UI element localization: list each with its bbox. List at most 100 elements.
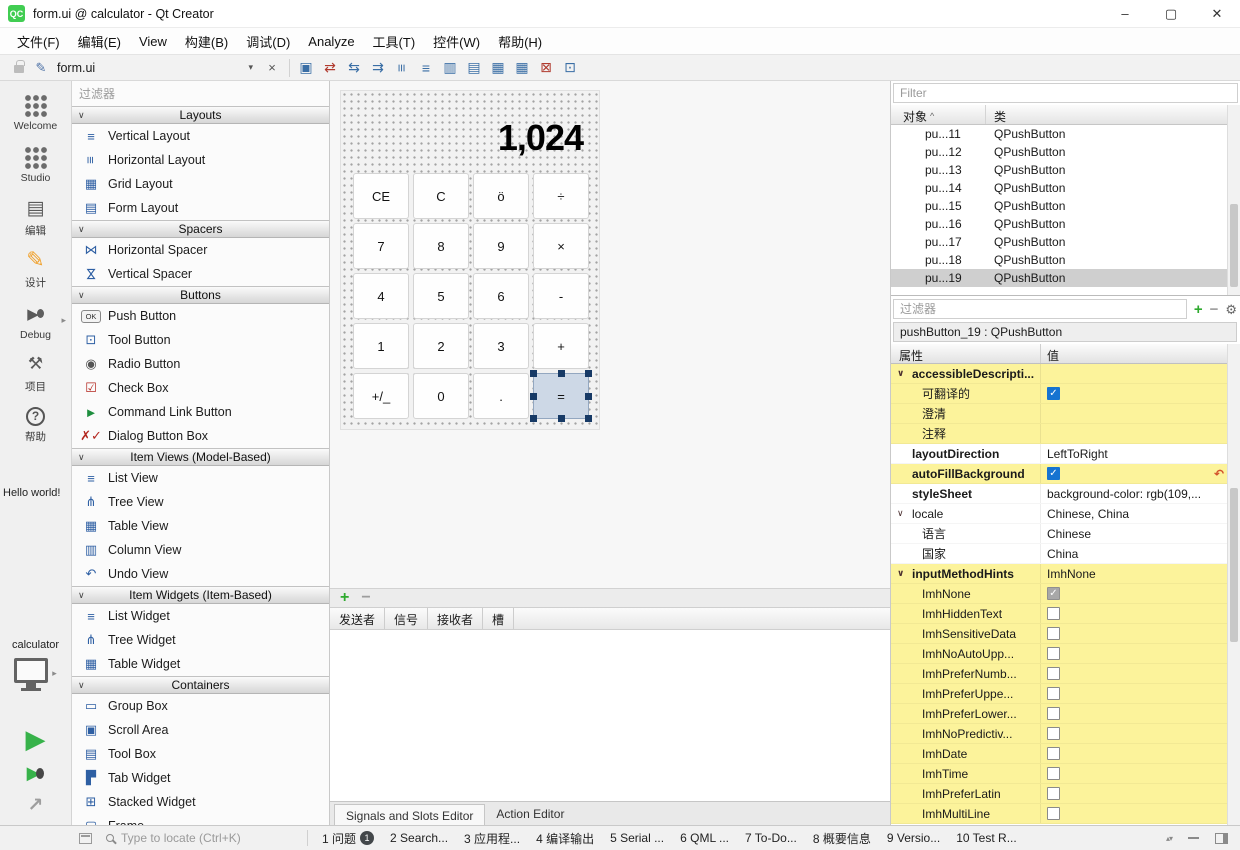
edit-tab-order-icon[interactable]: ⇉ (367, 58, 389, 78)
calc-button-6[interactable]: 8 (413, 223, 469, 269)
widget-item-table-widget[interactable]: ▦ Table Widget (72, 652, 329, 676)
widget-item-horizontal-layout[interactable]: ≡ Horizontal Layout (72, 148, 329, 172)
widget-item-group-box[interactable]: ▭ Group Box (72, 694, 329, 718)
calc-button-20[interactable]: = (530, 370, 592, 422)
property-value[interactable] (1041, 664, 1227, 683)
checked-checkbox[interactable]: ✓ (1047, 587, 1060, 600)
kit-selector[interactable]: ▸ (0, 658, 71, 691)
mode-edit[interactable]: 编辑 (0, 191, 71, 243)
minimize-button[interactable]: – (1102, 0, 1148, 27)
connection-column-4[interactable]: 槽 (483, 608, 515, 629)
connection-column-2[interactable]: 信号 (385, 608, 429, 629)
widget-category-buttons[interactable]: ∨ Buttons (72, 286, 329, 304)
inspector-column-class[interactable]: 类 (986, 105, 1227, 124)
object-filter-input[interactable] (893, 83, 1238, 103)
tab-action-editor[interactable]: Action Editor (485, 803, 575, 825)
group-expand-icon[interactable]: ∨ (897, 568, 904, 579)
checked-checkbox[interactable]: ✓ (1047, 387, 1060, 400)
menu-item-6[interactable]: Analyze (299, 30, 363, 53)
edit-file-icon[interactable]: ✎ (32, 60, 50, 76)
locator-input[interactable] (121, 831, 286, 845)
layout-grid-icon[interactable]: ▦ (511, 58, 533, 78)
unchecked-checkbox[interactable] (1047, 727, 1060, 740)
layout-vertical-splitter-icon[interactable]: ▤ (463, 58, 485, 78)
selection-handle[interactable] (530, 415, 537, 422)
add-connection-button[interactable]: + (340, 590, 349, 606)
calc-button-18[interactable]: 0 (413, 373, 469, 419)
widget-filter-input[interactable] (76, 85, 324, 103)
calculator-display-label[interactable]: 1,024 (353, 115, 587, 161)
output-pane-5[interactable]: 5 Serial ... (602, 831, 672, 845)
property-value[interactable]: Chinese (1041, 524, 1227, 543)
output-pane-6[interactable]: 6 QML ... (672, 831, 737, 845)
mode-debug[interactable]: Debug ▸ (0, 295, 71, 347)
menu-item-3[interactable]: View (130, 30, 176, 53)
property-value[interactable] (1041, 404, 1227, 423)
property-value[interactable] (1041, 764, 1227, 783)
calc-button-5[interactable]: 7 (353, 223, 409, 269)
layout-form-icon[interactable]: ▦ (487, 58, 509, 78)
adjust-size-icon[interactable]: ⊡ (559, 58, 581, 78)
inspector-scrollbar[interactable] (1227, 105, 1240, 295)
layout-horizontal-splitter-icon[interactable]: ▥ (439, 58, 461, 78)
property-value[interactable]: ✓ (1041, 584, 1227, 603)
unchecked-checkbox[interactable] (1047, 687, 1060, 700)
scrollbar-thumb[interactable] (1230, 203, 1238, 288)
lock-icon[interactable] (14, 59, 25, 73)
calc-button-9[interactable]: 4 (353, 273, 409, 319)
run-button[interactable]: ▶ (26, 726, 46, 752)
object-row-5[interactable]: pu...15 QPushButton (891, 197, 1227, 215)
widget-item-check-box[interactable]: ☑ Check Box (72, 376, 329, 400)
object-row-1[interactable]: pu...11 QPushButton (891, 125, 1227, 143)
widget-category-layouts[interactable]: ∨ Layouts (72, 106, 329, 124)
configure-property-editor-icon[interactable]: ⚙ (1225, 303, 1237, 316)
group-expand-icon[interactable]: ∨ (897, 508, 904, 519)
property-value[interactable]: Chinese, China (1041, 504, 1227, 523)
locator[interactable] (106, 831, 301, 845)
layout-horizontally-icon[interactable]: ≡ (392, 57, 412, 79)
property-value[interactable] (1041, 364, 1227, 383)
menu-item-2[interactable]: 编辑(E) (69, 28, 130, 55)
widget-item-dialog-button-box[interactable]: ✗✓ Dialog Button Box (72, 424, 329, 448)
widget-item-tool-button[interactable]: ⊡ Tool Button (72, 328, 329, 352)
close-document-button[interactable]: × (262, 60, 282, 75)
widget-item-command-link-button[interactable]: ► Command Link Button (72, 400, 329, 424)
mode-studio[interactable]: Studio (0, 139, 71, 191)
calc-button-19[interactable]: . (473, 373, 529, 419)
mode-projects[interactable]: 项目 (0, 347, 71, 399)
mode-help[interactable]: 帮助 (0, 399, 71, 451)
property-value[interactable]: ImhNone (1041, 564, 1227, 583)
selection-handle[interactable] (530, 370, 537, 377)
add-dynamic-property-button[interactable]: + (1194, 302, 1203, 317)
connection-column-3[interactable]: 接收者 (428, 608, 484, 629)
calc-button-1[interactable]: CE (353, 173, 409, 219)
property-column-value[interactable]: 值 (1041, 344, 1227, 363)
output-pane-10[interactable]: 10 Test R... (948, 831, 1024, 845)
output-pane-7[interactable]: 7 To-Do... (737, 831, 805, 845)
checked-checkbox[interactable]: ✓ (1047, 467, 1060, 480)
widget-item-tool-box[interactable]: ▤ Tool Box (72, 742, 329, 766)
object-row-4[interactable]: pu...14 QPushButton (891, 179, 1227, 197)
open-document-selector[interactable]: form.ui ▾ (50, 58, 260, 78)
build-button[interactable]: ↗ (28, 794, 44, 817)
close-button[interactable]: ✕ (1194, 0, 1240, 27)
property-filter-input[interactable] (893, 299, 1187, 319)
property-value[interactable]: ✓ ↶ (1041, 464, 1227, 483)
object-row-9[interactable]: pu...19 QPushButton (891, 269, 1227, 287)
output-pane-1[interactable]: 1 问题 1 (314, 830, 382, 847)
unchecked-checkbox[interactable] (1047, 607, 1060, 620)
object-row-7[interactable]: pu...17 QPushButton (891, 233, 1227, 251)
mode-design[interactable]: 设计 (0, 243, 71, 295)
property-column-name[interactable]: 属性 (891, 344, 1041, 363)
widget-item-column-view[interactable]: ▥ Column View (72, 538, 329, 562)
widget-item-scroll-area[interactable]: ▣ Scroll Area (72, 718, 329, 742)
unchecked-checkbox[interactable] (1047, 767, 1060, 780)
unchecked-checkbox[interactable] (1047, 787, 1060, 800)
menu-item-4[interactable]: 构建(B) (176, 28, 237, 55)
property-value[interactable] (1041, 644, 1227, 663)
connection-table-body[interactable] (330, 630, 890, 801)
widget-item-radio-button[interactable]: ◉ Radio Button (72, 352, 329, 376)
object-row-2[interactable]: pu...12 QPushButton (891, 143, 1227, 161)
property-value[interactable]: background-color: rgb(109,... (1041, 484, 1227, 503)
property-value[interactable] (1041, 604, 1227, 623)
